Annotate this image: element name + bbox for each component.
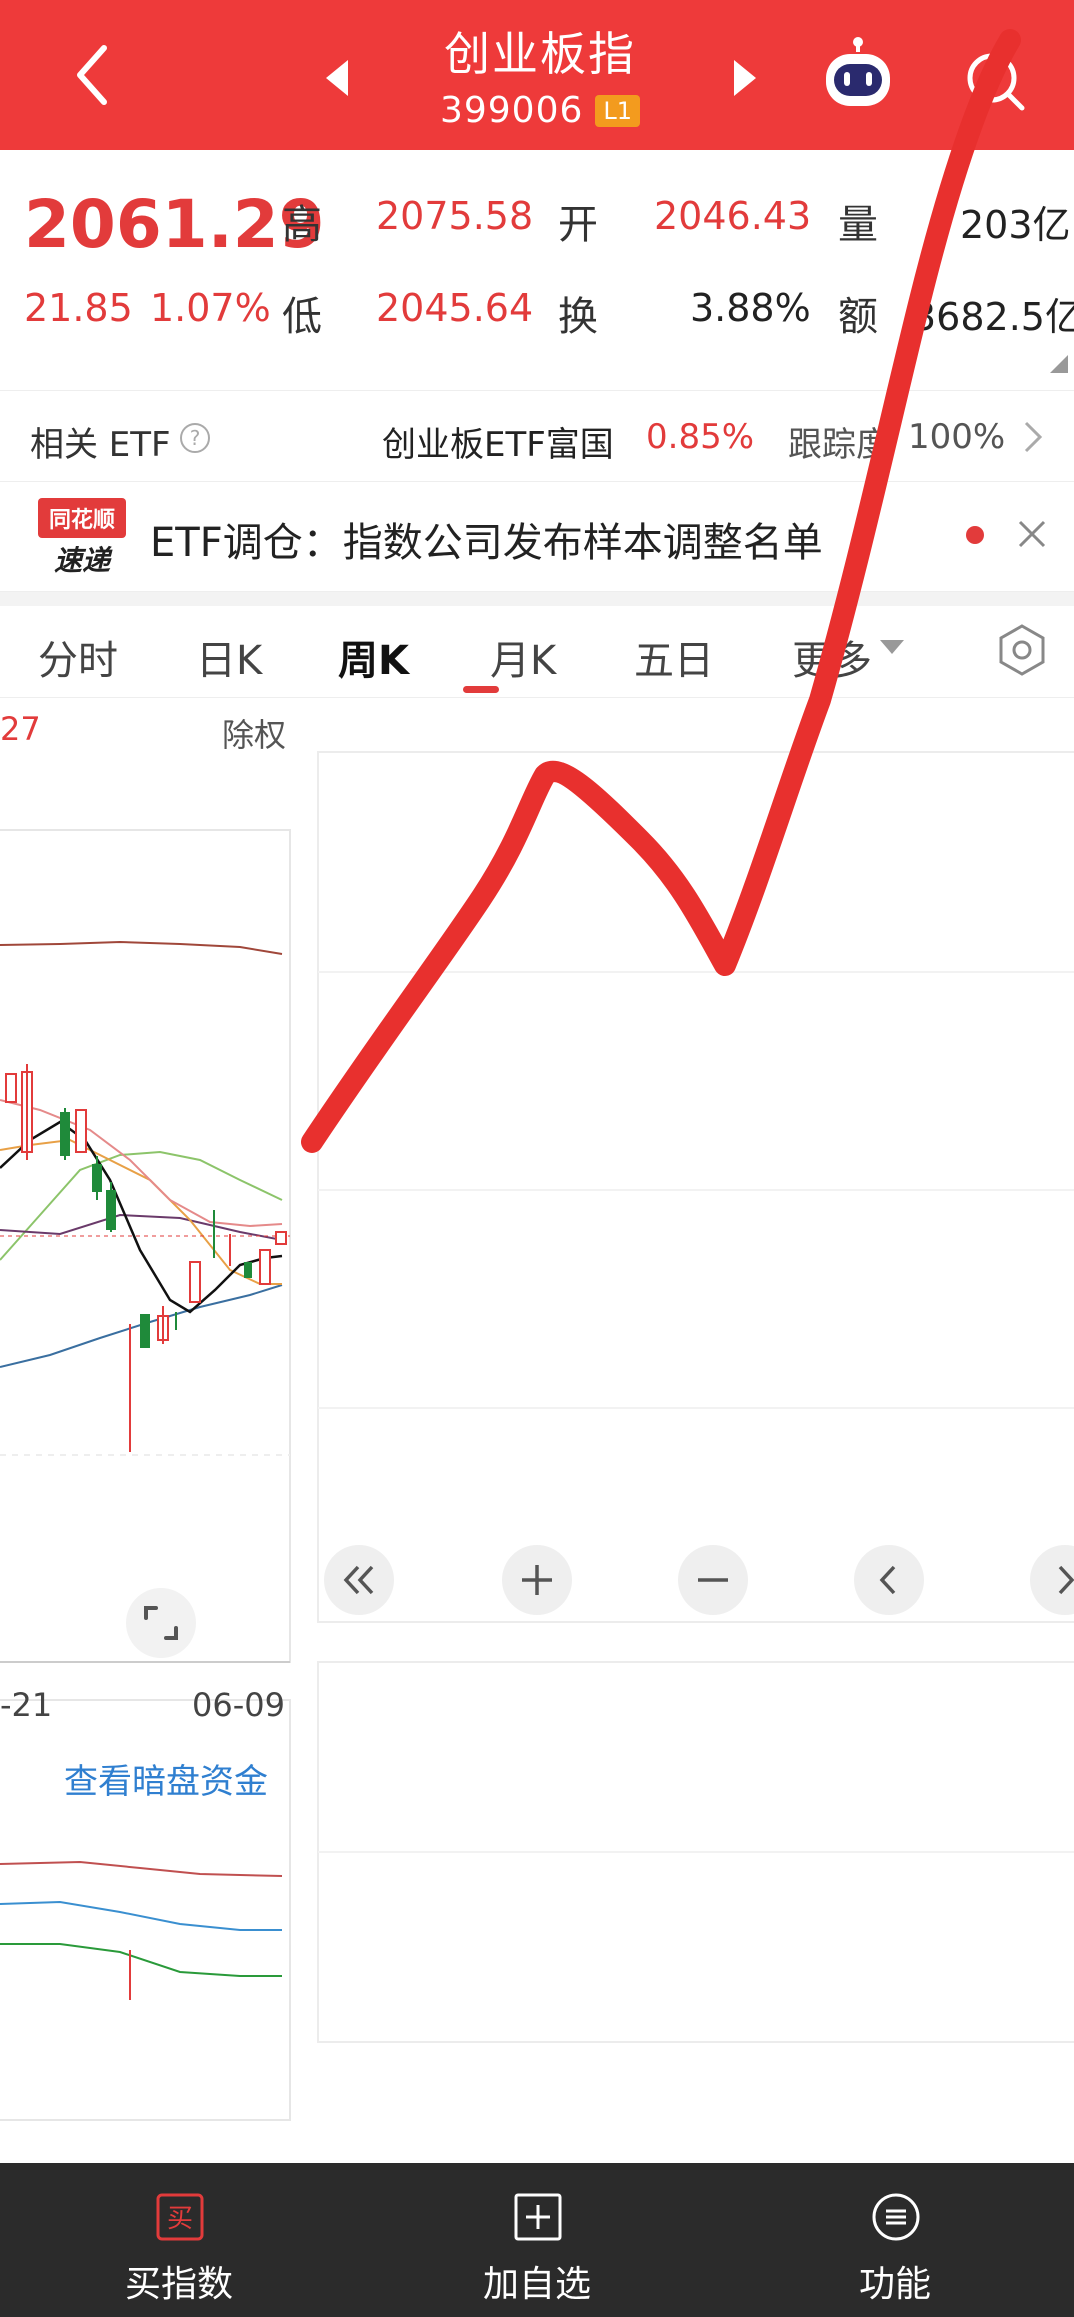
ma-line-long: [0, 940, 283, 955]
menu-icon: [872, 2193, 920, 2241]
pan-right-button[interactable]: [1030, 1545, 1074, 1615]
zoom-in-button[interactable]: [502, 1545, 572, 1615]
dark-pool-link[interactable]: 查看暗盘资金: [64, 1754, 268, 1803]
chevron-right-small-icon: [1058, 1565, 1074, 1595]
bottom-toolbar: 买 买指数 加自选 功能: [0, 2163, 1074, 2317]
ma-line-green: [0, 1150, 283, 1261]
add-watchlist-icon: [514, 2193, 562, 2241]
double-chevron-left-icon: [343, 1565, 374, 1595]
pan-left-button[interactable]: [854, 1545, 924, 1615]
kline-frame: [0, 829, 291, 1663]
x-axis-left-label: -21: [0, 1686, 53, 1724]
plus-icon: [522, 1565, 552, 1595]
functions-label: 功能: [858, 2264, 931, 2305]
add-watchlist-button[interactable]: 加自选: [358, 2163, 716, 2317]
indicator-line-red: [0, 1860, 283, 1877]
ma-line-pink: [0, 1099, 283, 1228]
right-chart-frame: [317, 751, 1074, 1623]
indicator-line-blue: [0, 1900, 282, 1931]
functions-button[interactable]: 功能: [716, 2163, 1074, 2317]
chevron-left-icon: [879, 1565, 896, 1595]
add-watchlist-label: 加自选: [482, 2264, 591, 2305]
minus-icon: [698, 1578, 728, 1582]
buy-icon: 买: [156, 2193, 204, 2241]
indicator-line-green: [0, 1943, 282, 1977]
fullscreen-icon[interactable]: [126, 1588, 196, 1658]
kline-chart[interactable]: [0, 0, 1074, 2163]
stock-detail-screen: 创业板指 399006 L1 2061.29 21.85 1.07% 高 207…: [0, 0, 1074, 2317]
x-axis-right-label: 06-09: [192, 1686, 285, 1724]
zoom-out-button[interactable]: [678, 1545, 748, 1615]
svg-text:买: 买: [167, 2204, 193, 2234]
buy-index-button[interactable]: 买 买指数: [0, 2163, 358, 2317]
buy-index-label: 买指数: [124, 2264, 233, 2305]
zoom-rewind-button[interactable]: [324, 1545, 394, 1615]
